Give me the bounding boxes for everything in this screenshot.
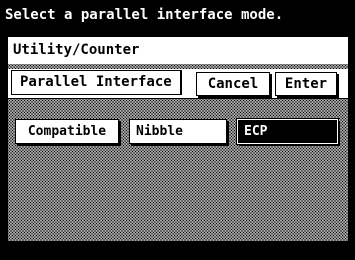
option-ecp-button[interactable]: ECP — [236, 118, 339, 145]
main-panel: Utility/Counter Parallel Interface Cance… — [7, 36, 349, 241]
option-nibble-button[interactable]: Nibble — [129, 119, 227, 144]
options-area: Compatible Nibble ECP — [8, 98, 348, 241]
cancel-button[interactable]: Cancel — [196, 72, 270, 96]
touch-screen: Select a parallel interface mode. Utilit… — [0, 0, 355, 260]
prompt-message: Select a parallel interface mode. — [0, 0, 355, 36]
option-compatible-button[interactable]: Compatible — [15, 119, 119, 144]
screen-header: Parallel Interface Cancel Enter — [8, 69, 348, 98]
enter-button[interactable]: Enter — [275, 72, 337, 96]
footer-bar — [0, 241, 355, 260]
screen-title: Parallel Interface — [11, 70, 182, 95]
breadcrumb: Utility/Counter — [13, 42, 140, 58]
